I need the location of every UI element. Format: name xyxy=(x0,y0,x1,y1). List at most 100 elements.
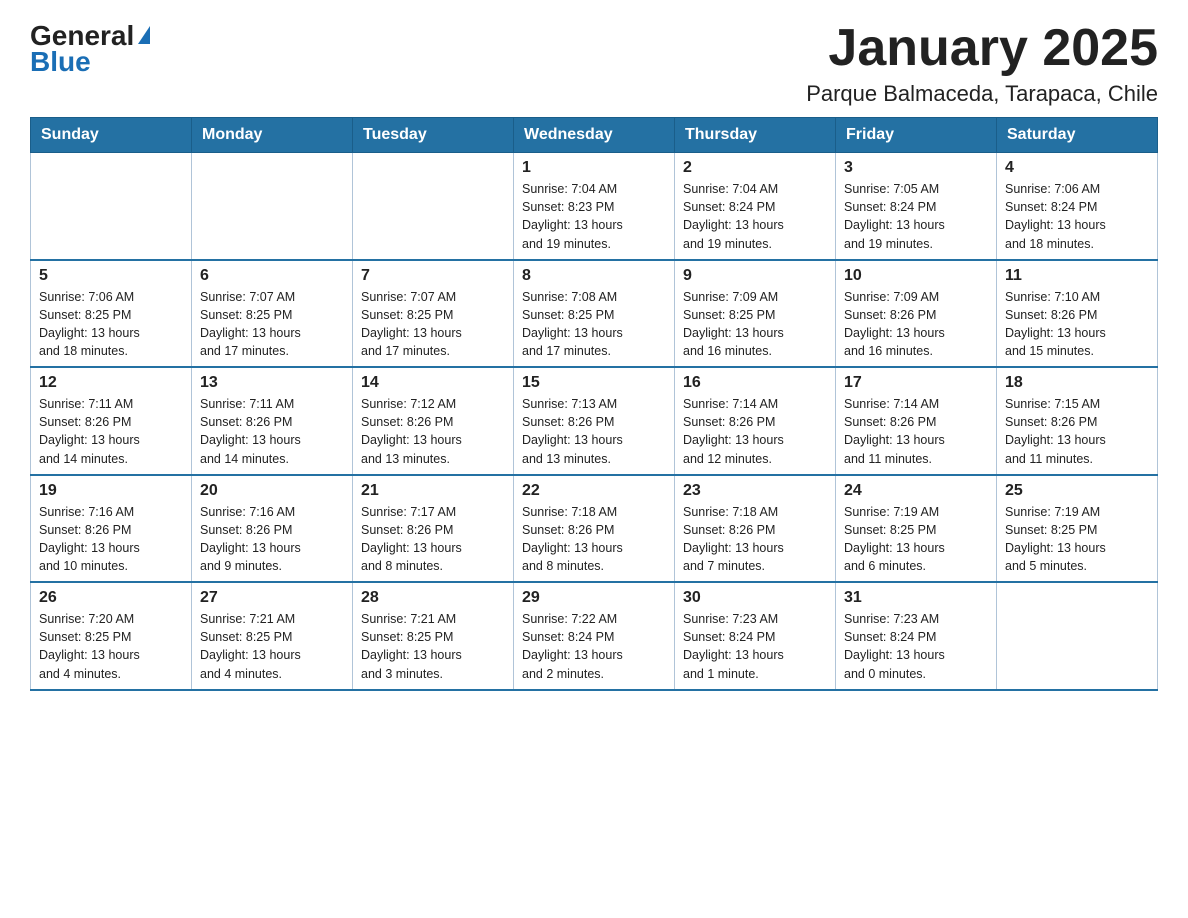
sun-info: Sunrise: 7:19 AMSunset: 8:25 PMDaylight:… xyxy=(1005,503,1149,576)
weekday-header-wednesday: Wednesday xyxy=(514,118,675,153)
empty-cell xyxy=(353,153,514,260)
logo: General Blue xyxy=(30,20,152,78)
sun-info: Sunrise: 7:21 AMSunset: 8:25 PMDaylight:… xyxy=(361,610,505,683)
calendar-table: SundayMondayTuesdayWednesdayThursdayFrid… xyxy=(30,117,1158,691)
weekday-header-thursday: Thursday xyxy=(675,118,836,153)
day-number: 1 xyxy=(522,159,666,177)
calendar-day-29: 29 Sunrise: 7:22 AMSunset: 8:24 PMDayligh… xyxy=(514,582,675,690)
calendar-week-row: 19 Sunrise: 7:16 AMSunset: 8:26 PMDayligh… xyxy=(31,475,1158,583)
calendar-day-13: 13 Sunrise: 7:11 AMSunset: 8:26 PMDayligh… xyxy=(192,367,353,475)
sun-info: Sunrise: 7:09 AMSunset: 8:26 PMDaylight:… xyxy=(844,288,988,361)
sun-info: Sunrise: 7:13 AMSunset: 8:26 PMDaylight:… xyxy=(522,395,666,468)
day-number: 9 xyxy=(683,267,827,285)
sun-info: Sunrise: 7:04 AMSunset: 8:23 PMDaylight:… xyxy=(522,180,666,253)
day-number: 26 xyxy=(39,589,183,607)
day-number: 30 xyxy=(683,589,827,607)
day-number: 3 xyxy=(844,159,988,177)
calendar-day-31: 31Sunrise: 7:23 AMSunset: 8:24 PMDayligh… xyxy=(836,582,997,690)
day-number: 21 xyxy=(361,482,505,500)
calendar-day-6: 6Sunrise: 7:07 AMSunset: 8:25 PMDaylight… xyxy=(192,260,353,368)
day-number: 2 xyxy=(683,159,827,177)
sun-info: Sunrise: 7:06 AMSunset: 8:25 PMDaylight:… xyxy=(39,288,183,361)
calendar-day-30: 30 Sunrise: 7:23 AMSunset: 8:24 PMDayligh… xyxy=(675,582,836,690)
sun-info: Sunrise: 7:10 AMSunset: 8:26 PMDaylight:… xyxy=(1005,288,1149,361)
calendar-day-18: 18Sunrise: 7:15 AMSunset: 8:26 PMDayligh… xyxy=(997,367,1158,475)
calendar-day-8: 8 Sunrise: 7:08 AMSunset: 8:25 PMDaylight… xyxy=(514,260,675,368)
calendar-day-19: 19Sunrise: 7:16 AMSunset: 8:26 PMDayligh… xyxy=(31,475,192,583)
calendar-header-row: SundayMondayTuesdayWednesdayThursdayFrid… xyxy=(31,118,1158,153)
sun-info: Sunrise: 7:23 AMSunset: 8:24 PMDaylight:… xyxy=(683,610,827,683)
day-number: 29 xyxy=(522,589,666,607)
sun-info: Sunrise: 7:05 AMSunset: 8:24 PMDaylight:… xyxy=(844,180,988,253)
day-number: 25 xyxy=(1005,482,1149,500)
day-number: 22 xyxy=(522,482,666,500)
empty-cell xyxy=(997,582,1158,690)
day-number: 4 xyxy=(1005,159,1149,177)
calendar-day-25: 25 Sunrise: 7:19 AMSunset: 8:25 PMDayligh… xyxy=(997,475,1158,583)
sun-info: Sunrise: 7:14 AMSunset: 8:26 PMDaylight:… xyxy=(844,395,988,468)
day-number: 17 xyxy=(844,374,988,392)
calendar-day-26: 26Sunrise: 7:20 AMSunset: 8:25 PMDayligh… xyxy=(31,582,192,690)
sun-info: Sunrise: 7:19 AMSunset: 8:25 PMDaylight:… xyxy=(844,503,988,576)
day-number: 20 xyxy=(200,482,344,500)
sun-info: Sunrise: 7:18 AMSunset: 8:26 PMDaylight:… xyxy=(683,503,827,576)
day-number: 14 xyxy=(361,374,505,392)
calendar-day-14: 14 Sunrise: 7:12 AMSunset: 8:26 PMDayligh… xyxy=(353,367,514,475)
sun-info: Sunrise: 7:09 AMSunset: 8:25 PMDaylight:… xyxy=(683,288,827,361)
sun-info: Sunrise: 7:14 AMSunset: 8:26 PMDaylight:… xyxy=(683,395,827,468)
day-number: 15 xyxy=(522,374,666,392)
calendar-day-7: 7 Sunrise: 7:07 AMSunset: 8:25 PMDaylight… xyxy=(353,260,514,368)
calendar-day-11: 11 Sunrise: 7:10 AMSunset: 8:26 PMDayligh… xyxy=(997,260,1158,368)
weekday-header-saturday: Saturday xyxy=(997,118,1158,153)
day-number: 23 xyxy=(683,482,827,500)
sun-info: Sunrise: 7:12 AMSunset: 8:26 PMDaylight:… xyxy=(361,395,505,468)
sun-info: Sunrise: 7:07 AMSunset: 8:25 PMDaylight:… xyxy=(200,288,344,361)
calendar-day-3: 3 Sunrise: 7:05 AMSunset: 8:24 PMDaylight… xyxy=(836,153,997,260)
page-header: General Blue January 2025 Parque Balmace… xyxy=(30,20,1158,107)
calendar-day-9: 9 Sunrise: 7:09 AMSunset: 8:25 PMDaylight… xyxy=(675,260,836,368)
day-number: 24 xyxy=(844,482,988,500)
calendar-week-row: 1 Sunrise: 7:04 AMSunset: 8:23 PMDaylight… xyxy=(31,153,1158,260)
sun-info: Sunrise: 7:21 AMSunset: 8:25 PMDaylight:… xyxy=(200,610,344,683)
day-number: 16 xyxy=(683,374,827,392)
calendar-day-10: 10 Sunrise: 7:09 AMSunset: 8:26 PMDayligh… xyxy=(836,260,997,368)
sun-info: Sunrise: 7:04 AMSunset: 8:24 PMDaylight:… xyxy=(683,180,827,253)
calendar-day-5: 5Sunrise: 7:06 AMSunset: 8:25 PMDaylight… xyxy=(31,260,192,368)
sun-info: Sunrise: 7:08 AMSunset: 8:25 PMDaylight:… xyxy=(522,288,666,361)
calendar-day-16: 16 Sunrise: 7:14 AMSunset: 8:26 PMDayligh… xyxy=(675,367,836,475)
weekday-header-friday: Friday xyxy=(836,118,997,153)
day-number: 19 xyxy=(39,482,183,500)
sun-info: Sunrise: 7:18 AMSunset: 8:26 PMDaylight:… xyxy=(522,503,666,576)
calendar-day-28: 28Sunrise: 7:21 AMSunset: 8:25 PMDayligh… xyxy=(353,582,514,690)
calendar-day-21: 21 Sunrise: 7:17 AMSunset: 8:26 PMDayligh… xyxy=(353,475,514,583)
sun-info: Sunrise: 7:07 AMSunset: 8:25 PMDaylight:… xyxy=(361,288,505,361)
day-number: 10 xyxy=(844,267,988,285)
logo-triangle-icon xyxy=(138,26,150,44)
sun-info: Sunrise: 7:17 AMSunset: 8:26 PMDaylight:… xyxy=(361,503,505,576)
sun-info: Sunrise: 7:22 AMSunset: 8:24 PMDaylight:… xyxy=(522,610,666,683)
weekday-header-tuesday: Tuesday xyxy=(353,118,514,153)
day-number: 8 xyxy=(522,267,666,285)
calendar-day-22: 22 Sunrise: 7:18 AMSunset: 8:26 PMDayligh… xyxy=(514,475,675,583)
calendar-day-4: 4Sunrise: 7:06 AMSunset: 8:24 PMDaylight… xyxy=(997,153,1158,260)
day-number: 12 xyxy=(39,374,183,392)
empty-cell xyxy=(31,153,192,260)
calendar-week-row: 5Sunrise: 7:06 AMSunset: 8:25 PMDaylight… xyxy=(31,260,1158,368)
day-number: 13 xyxy=(200,374,344,392)
calendar-day-2: 2 Sunrise: 7:04 AMSunset: 8:24 PMDaylight… xyxy=(675,153,836,260)
calendar-day-12: 12Sunrise: 7:11 AMSunset: 8:26 PMDayligh… xyxy=(31,367,192,475)
day-number: 18 xyxy=(1005,374,1149,392)
calendar-title: January 2025 xyxy=(806,20,1158,77)
calendar-week-row: 12 Sunrise: 7:11 AMSunset: 8:26 PMDayligh… xyxy=(31,367,1158,475)
sun-info: Sunrise: 7:11 AMSunset: 8:26 PMDaylight:… xyxy=(200,395,344,468)
title-block: January 2025 Parque Balmaceda, Tarapaca,… xyxy=(806,20,1158,107)
calendar-day-1: 1 Sunrise: 7:04 AMSunset: 8:23 PMDaylight… xyxy=(514,153,675,260)
calendar-day-24: 24 Sunrise: 7:19 AMSunset: 8:25 PMDayligh… xyxy=(836,475,997,583)
calendar-day-20: 20 Sunrise: 7:16 AMSunset: 8:26 PMDayligh… xyxy=(192,475,353,583)
day-number: 27 xyxy=(200,589,344,607)
day-number: 11 xyxy=(1005,267,1149,285)
day-number: 7 xyxy=(361,267,505,285)
weekday-header-sunday: Sunday xyxy=(31,118,192,153)
sun-info: Sunrise: 7:16 AMSunset: 8:26 PMDaylight:… xyxy=(200,503,344,576)
calendar-day-17: 17 Sunrise: 7:14 AMSunset: 8:26 PMDayligh… xyxy=(836,367,997,475)
